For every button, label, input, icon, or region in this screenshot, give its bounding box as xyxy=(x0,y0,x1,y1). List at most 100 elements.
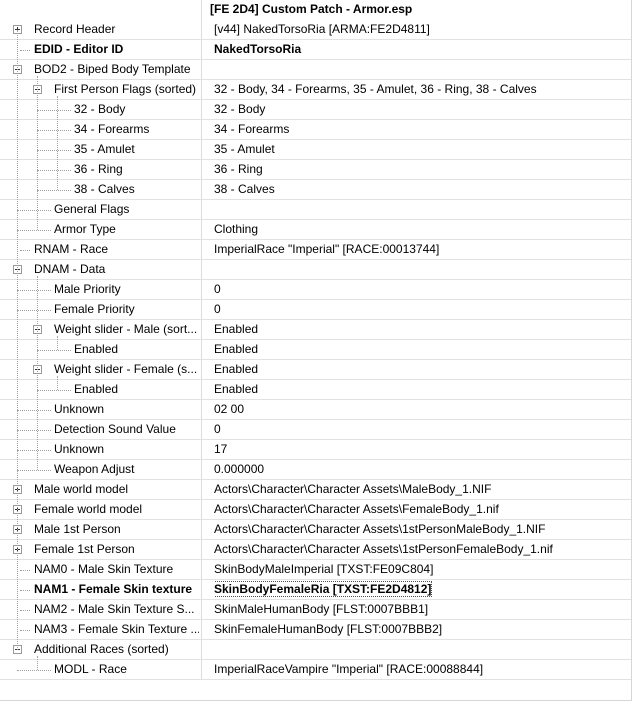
tree-row-record-header[interactable]: Record Header [v44] NakedTorsoRia [ARMA:F… xyxy=(0,20,631,40)
field-name: Female 1st Person xyxy=(34,542,135,556)
tree-guide-line xyxy=(37,656,38,670)
field-value-text: 0.000000 xyxy=(214,462,265,476)
tree-connector xyxy=(37,170,71,171)
tree-row-34-forearms[interactable]: 34 - Forearms 34 - Forearms xyxy=(0,120,631,140)
tree-connector xyxy=(20,250,30,251)
field-name: Male world model xyxy=(34,482,129,496)
field-value[interactable]: SkinMaleHumanBody [FLST:0007BBB1] xyxy=(214,600,626,619)
tree-connector xyxy=(20,570,30,571)
field-value-text: Enabled xyxy=(214,342,259,356)
field-name: NAM2 - Male Skin Texture S... xyxy=(34,602,195,616)
field-value-text: NakedTorsoRia xyxy=(214,42,302,56)
tree-row-detection-sound-value[interactable]: Detection Sound Value 0 xyxy=(0,420,631,440)
tree-row-weapon-adjust[interactable]: Weapon Adjust 0.000000 xyxy=(0,460,631,480)
tree-row-36-ring[interactable]: 36 - Ring 36 - Ring xyxy=(0,160,631,180)
field-value[interactable]: 17 xyxy=(214,440,626,459)
field-value-text: ImperialRaceVampire "Imperial" [RACE:000… xyxy=(214,662,484,676)
field-value[interactable]: SkinBodyMaleImperial [TXST:FE09C804] xyxy=(214,560,626,579)
field-name: 36 - Ring xyxy=(74,162,123,176)
field-value[interactable]: SkinFemaleHumanBody [FLST:0007BBB2] xyxy=(214,620,626,639)
field-value[interactable]: 0 xyxy=(214,420,626,439)
field-name: Weapon Adjust xyxy=(54,462,135,476)
field-value[interactable]: SkinBodyFemaleRia [TXST:FE2D4812] xyxy=(214,580,626,599)
tree-row-dnam-data[interactable]: DNAM - Data xyxy=(0,260,631,280)
tree-row-nam0-male-skin-texture[interactable]: NAM0 - Male Skin Texture SkinBodyMaleImpe… xyxy=(0,560,631,580)
field-value-text: [v44] NakedTorsoRia [ARMA:FE2D4811] xyxy=(214,22,430,36)
tree-connector xyxy=(17,670,51,671)
field-name: Weight slider - Female (s... xyxy=(54,362,198,376)
field-name: EDID - Editor ID xyxy=(34,42,124,56)
field-value[interactable]: 36 - Ring xyxy=(214,160,626,179)
field-value-text: Actors\Character\Character Assets\MaleBo… xyxy=(214,482,492,496)
field-value[interactable] xyxy=(214,200,626,219)
field-value[interactable] xyxy=(214,60,626,79)
field-value[interactable]: Actors\Character\Character Assets\1stPer… xyxy=(214,540,626,559)
field-value-text: Enabled xyxy=(214,322,259,336)
field-value[interactable]: Enabled xyxy=(214,380,626,399)
field-value[interactable]: Enabled xyxy=(214,360,626,379)
tree-row-enabled[interactable]: Enabled Enabled xyxy=(0,340,631,360)
field-value[interactable]: 0 xyxy=(214,300,626,319)
tree-row-enabled[interactable]: Enabled Enabled xyxy=(0,380,631,400)
tree-row-armor-type[interactable]: Armor Type Clothing xyxy=(0,220,631,240)
field-value-text: 32 - Body xyxy=(214,102,266,116)
field-value[interactable] xyxy=(214,260,626,279)
field-value-text: 38 - Calves xyxy=(214,182,275,196)
tree-row-male-priority[interactable]: Male Priority 0 xyxy=(0,280,631,300)
tree-row-38-calves[interactable]: 38 - Calves 38 - Calves xyxy=(0,180,631,200)
tree-connector xyxy=(17,210,51,211)
field-value[interactable]: NakedTorsoRia xyxy=(214,40,626,59)
field-value[interactable]: 32 - Body xyxy=(214,100,626,119)
tree-connector xyxy=(17,410,51,411)
field-value[interactable]: 0.000000 xyxy=(214,460,626,479)
field-value-text: 0 xyxy=(214,422,221,436)
field-value[interactable]: 32 - Body, 34 - Forearms, 35 - Amulet, 3… xyxy=(214,80,626,99)
tree-row-male-world-model[interactable]: Male world model Actors\Character\Charact… xyxy=(0,480,631,500)
tree-row-male-1st-person[interactable]: Male 1st Person Actors\Character\Characte… xyxy=(0,520,631,540)
tree-row-female-1st-person[interactable]: Female 1st Person Actors\Character\Charac… xyxy=(0,540,631,560)
tree-row-additional-races-sorted[interactable]: Additional Races (sorted) xyxy=(0,640,631,660)
field-value[interactable]: Actors\Character\Character Assets\1stPer… xyxy=(214,520,626,539)
field-value-text: 35 - Amulet xyxy=(214,142,275,156)
field-value[interactable]: 34 - Forearms xyxy=(214,120,626,139)
tree-row-general-flags[interactable]: General Flags xyxy=(0,200,631,220)
tree-row-32-body[interactable]: 32 - Body 32 - Body xyxy=(0,100,631,120)
field-value[interactable]: Enabled xyxy=(214,340,626,359)
field-value-text: Enabled xyxy=(214,382,259,396)
tree-row-female-world-model[interactable]: Female world model Actors\Character\Chara… xyxy=(0,500,631,520)
field-value[interactable] xyxy=(214,640,626,659)
tree-row-unknown[interactable]: Unknown 17 xyxy=(0,440,631,460)
tree-row-35-amulet[interactable]: 35 - Amulet 35 - Amulet xyxy=(0,140,631,160)
tree-row-female-priority[interactable]: Female Priority 0 xyxy=(0,300,631,320)
tree-row-nam1-female-skin-texture[interactable]: NAM1 - Female Skin texture SkinBodyFemale… xyxy=(0,580,631,600)
tree-row-weight-slider-male-sort[interactable]: Weight slider - Male (sort... Enabled xyxy=(0,320,631,340)
field-value[interactable]: Actors\Character\Character Assets\Female… xyxy=(214,500,626,519)
tree-row-rnam-race[interactable]: RNAM - Race ImperialRace "Imperial" [RACE… xyxy=(0,240,631,260)
tree-row-first-person-flags-sorted[interactable]: First Person Flags (sorted) 32 - Body, 34… xyxy=(0,80,631,100)
tree-connector xyxy=(17,450,51,451)
field-value[interactable]: Enabled xyxy=(214,320,626,339)
tree-row-nam3-female-skin-texture[interactable]: NAM3 - Female Skin Texture ... SkinFemale… xyxy=(0,620,631,640)
tree-row-unknown[interactable]: Unknown 02 00 xyxy=(0,400,631,420)
field-value[interactable]: 02 00 xyxy=(214,400,626,419)
field-value[interactable]: ImperialRace "Imperial" [RACE:00013744] xyxy=(214,240,626,259)
tree-row-weight-slider-female-s[interactable]: Weight slider - Female (s... Enabled xyxy=(0,360,631,380)
field-name: Weight slider - Male (sort... xyxy=(54,322,198,336)
field-name: Record Header xyxy=(34,22,116,36)
field-value[interactable]: [v44] NakedTorsoRia [ARMA:FE2D4811] xyxy=(214,20,626,39)
field-value-text: 36 - Ring xyxy=(214,162,263,176)
tree-row-modl-race[interactable]: MODL - Race ImperialRaceVampire "Imperial… xyxy=(0,660,631,680)
field-value[interactable]: Actors\Character\Character Assets\MaleBo… xyxy=(214,480,626,499)
tree-row-edid-editor-id[interactable]: EDID - Editor ID NakedTorsoRia xyxy=(0,40,631,60)
tree-row-bod2-biped-body-template[interactable]: BOD2 - Biped Body Template xyxy=(0,60,631,80)
field-value[interactable]: Clothing xyxy=(214,220,626,239)
tree-row-nam2-male-skin-texture-s[interactable]: NAM2 - Male Skin Texture S... SkinMaleHum… xyxy=(0,600,631,620)
field-value-text: SkinBodyFemaleRia [TXST:FE2D4812] xyxy=(214,581,433,597)
field-value[interactable]: 35 - Amulet xyxy=(214,140,626,159)
field-value[interactable]: 0 xyxy=(214,280,626,299)
field-name: Female Priority xyxy=(54,302,135,316)
field-value[interactable]: 38 - Calves xyxy=(214,180,626,199)
field-value[interactable]: ImperialRaceVampire "Imperial" [RACE:000… xyxy=(214,660,626,679)
field-value-text: 0 xyxy=(214,282,221,296)
field-name: Female world model xyxy=(34,502,143,516)
